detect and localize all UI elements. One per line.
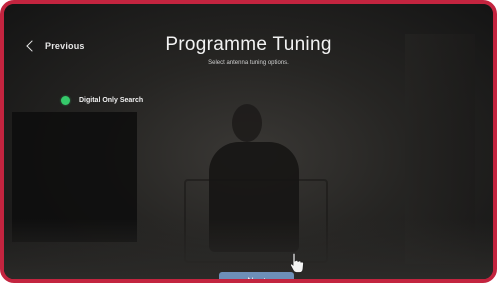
- background-person-head: [232, 104, 262, 142]
- selected-indicator-icon: [61, 96, 70, 105]
- option-label: Digital Only Search: [79, 97, 144, 104]
- page-subtitle: Select antenna tuning options.: [208, 60, 289, 66]
- page-title: Programme Tuning: [165, 34, 332, 55]
- pointer-cursor-icon: [290, 252, 304, 273]
- tv-frame: Previous Programme Tuning Select antenna…: [0, 0, 497, 283]
- background-floor: [4, 219, 493, 279]
- next-button[interactable]: Next: [219, 272, 294, 279]
- option-digital-only-search[interactable]: Digital Only Search: [61, 96, 143, 105]
